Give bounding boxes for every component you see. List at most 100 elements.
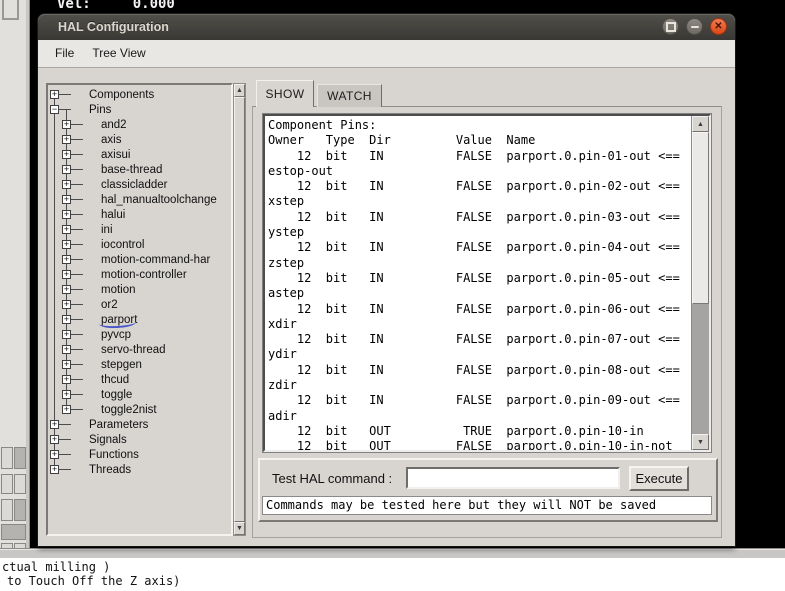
expand-icon[interactable]: + <box>62 375 71 384</box>
scroll-down-icon[interactable]: ▼ <box>692 434 709 450</box>
expand-icon[interactable]: + <box>62 240 71 249</box>
show-scrollbar-thumb[interactable] <box>692 132 709 304</box>
tree-item-base-thread[interactable]: + base-thread <box>48 162 231 177</box>
expand-icon[interactable]: + <box>62 315 71 324</box>
tree-item-Functions[interactable]: + Functions <box>48 447 231 462</box>
fragment-button <box>1 499 13 521</box>
expand-icon[interactable]: + <box>62 285 71 294</box>
tree-item-toggle[interactable]: + toggle <box>48 387 231 402</box>
tree-item-or2[interactable]: + or2 <box>48 297 231 312</box>
close-button[interactable]: ✕ <box>710 18 727 35</box>
show-output-text[interactable]: Component Pins: Owner Type Dir Value Nam… <box>265 116 691 450</box>
expand-icon[interactable]: + <box>62 210 71 219</box>
expand-icon[interactable]: + <box>62 390 71 399</box>
tree-item-halui[interactable]: + halui <box>48 207 231 222</box>
tree-item-toggle2nist[interactable]: + toggle2nist <box>48 402 231 417</box>
tab-watch-label: WATCH <box>327 89 372 103</box>
expand-icon[interactable]: + <box>62 225 71 234</box>
expand-icon[interactable]: + <box>62 180 71 189</box>
hal-configuration-window: HAL Configuration ✕ File Tree View + Comp… <box>38 14 735 546</box>
vel-readout: Vel: 0.000 <box>57 0 175 12</box>
tree-item-label: servo-thread <box>101 343 166 356</box>
tree-connector <box>71 132 101 147</box>
background-text-line: ctual milling ) <box>2 560 111 574</box>
scroll-up-icon[interactable]: ▲ <box>234 84 245 97</box>
tree-item-label: Parameters <box>89 418 149 431</box>
expand-icon[interactable]: + <box>62 360 71 369</box>
tree-item-and2[interactable]: + and2 <box>48 117 231 132</box>
tree-connector <box>59 102 89 117</box>
expand-icon[interactable]: + <box>50 465 59 474</box>
tree-item-ini[interactable]: + ini <box>48 222 231 237</box>
tree-item-axis[interactable]: + axis <box>48 132 231 147</box>
tree-item-label: Pins <box>89 103 112 116</box>
tree-item-parport[interactable]: + parport <box>48 312 231 329</box>
tree-item-label: motion <box>101 283 136 296</box>
test-command-label: Test HAL command : <box>272 471 393 486</box>
expand-icon[interactable]: + <box>62 255 71 264</box>
collapse-icon[interactable]: − <box>50 105 59 114</box>
expand-icon[interactable]: + <box>62 120 71 129</box>
tree-connector <box>71 402 101 417</box>
expand-icon[interactable]: + <box>62 150 71 159</box>
menu-file[interactable]: File <box>46 40 83 67</box>
tab-show[interactable]: SHOW <box>256 80 314 107</box>
show-output-scrollbar[interactable]: ▲ ▼ <box>691 116 709 450</box>
tree-connector <box>71 342 101 357</box>
scroll-up-icon[interactable]: ▲ <box>692 116 709 132</box>
menubar: File Tree View <box>38 40 735 68</box>
expand-icon[interactable]: + <box>50 420 59 429</box>
tree-scrollbar[interactable]: ▲ ▼ <box>233 83 246 536</box>
expand-icon[interactable]: + <box>62 330 71 339</box>
fragment-button <box>14 499 26 521</box>
maximize-button[interactable] <box>662 18 679 35</box>
tree-item-label: classicladder <box>101 178 168 191</box>
tree-item-classicladder[interactable]: + classicladder <box>48 177 231 192</box>
screen: Vel: 0.000 ctual milling ) to Touch Off t… <box>0 0 785 591</box>
tree-item-motion-controller[interactable]: + motion-controller <box>48 267 231 282</box>
test-command-input[interactable] <box>406 467 620 489</box>
component-tree-panel[interactable]: + Components − Pins + and2 + axis + axisui + base-t… <box>46 83 233 536</box>
tree-scrollbar-thumb[interactable] <box>234 97 245 522</box>
tree-connector <box>71 327 101 342</box>
expand-icon[interactable]: + <box>62 135 71 144</box>
expand-icon[interactable]: + <box>62 165 71 174</box>
tree-item-thcud[interactable]: + thcud <box>48 372 231 387</box>
expand-icon[interactable]: + <box>62 300 71 309</box>
scroll-down-icon[interactable]: ▼ <box>234 522 245 535</box>
tree-item-label: iocontrol <box>101 238 145 251</box>
tree-item-Threads[interactable]: + Threads <box>48 462 231 477</box>
expand-icon[interactable]: + <box>50 435 59 444</box>
tree-item-stepgen[interactable]: + stepgen <box>48 357 231 372</box>
tree-item-Components[interactable]: + Components <box>48 87 231 102</box>
tree-item-label: and2 <box>101 118 127 131</box>
tree-item-Pins[interactable]: − Pins <box>48 102 231 117</box>
tree-connector <box>71 117 101 132</box>
show-scrollbar-trough[interactable] <box>692 304 709 434</box>
tree-item-pyvcp[interactable]: + pyvcp <box>48 327 231 342</box>
tree-item-iocontrol[interactable]: + iocontrol <box>48 237 231 252</box>
tree-item-axisui[interactable]: + axisui <box>48 147 231 162</box>
expand-icon[interactable]: + <box>62 405 71 414</box>
expand-icon[interactable]: + <box>50 90 59 99</box>
close-icon: ✕ <box>714 21 723 32</box>
tree-connector <box>71 297 101 312</box>
minimize-button[interactable] <box>686 18 703 35</box>
expand-icon[interactable]: + <box>50 450 59 459</box>
expand-icon[interactable]: + <box>62 345 71 354</box>
tree-item-Signals[interactable]: + Signals <box>48 432 231 447</box>
expand-icon[interactable]: + <box>62 270 71 279</box>
tab-watch[interactable]: WATCH <box>317 84 382 107</box>
tree-item-Parameters[interactable]: + Parameters <box>48 417 231 432</box>
tree-item-label: halui <box>101 208 126 221</box>
tree-item-label: motion-command-har <box>101 253 211 266</box>
tree-item-motion[interactable]: + motion <box>48 282 231 297</box>
expand-icon[interactable]: + <box>62 195 71 204</box>
tree-item-hal_manualtoolchange[interactable]: + hal_manualtoolchange <box>48 192 231 207</box>
menu-tree-view[interactable]: Tree View <box>83 40 154 67</box>
execute-button[interactable]: Execute <box>629 466 689 491</box>
tree-connector <box>59 432 89 447</box>
titlebar[interactable]: HAL Configuration ✕ <box>38 14 735 40</box>
tree-item-motion-command-har[interactable]: + motion-command-har <box>48 252 231 267</box>
tree-item-servo-thread[interactable]: + servo-thread <box>48 342 231 357</box>
